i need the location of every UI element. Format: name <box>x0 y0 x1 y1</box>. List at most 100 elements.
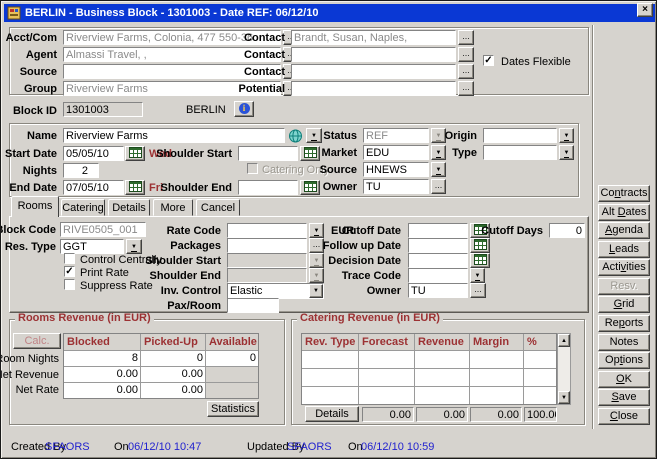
market-dropdown-button[interactable]: ▼ <box>431 145 446 160</box>
catering-row-cell[interactable] <box>524 351 556 368</box>
catering-row-cell[interactable] <box>524 369 556 386</box>
sidebar-button-alt-dates[interactable]: Alt Dates <box>598 204 650 221</box>
rate-code-field[interactable] <box>227 223 307 238</box>
block-id-label: Block ID <box>13 105 57 117</box>
name-dropdown-button[interactable]: ▼ <box>306 128 322 143</box>
room-nights-available: 0 <box>206 351 258 366</box>
sidebar-button-notes[interactable]: Notes <box>598 334 650 351</box>
market-field[interactable]: EDU <box>363 145 429 160</box>
sidebar-button-activities[interactable]: Activities <box>598 259 650 276</box>
close-icon[interactable]: × <box>637 3 653 17</box>
sidebar-button-close[interactable]: Close <box>598 408 650 425</box>
shoulder-end-calendar-button[interactable] <box>300 180 320 195</box>
type-label: Type <box>452 147 477 159</box>
trace-code-dropdown-button[interactable]: ▼ <box>470 268 485 283</box>
name-field[interactable]: Riverview Farms <box>63 128 285 143</box>
nights-field[interactable]: 2 <box>63 163 99 178</box>
catering-row-cell[interactable] <box>302 351 358 368</box>
catering-row-cell[interactable] <box>359 387 414 404</box>
title-bar[interactable]: BERLIN - Business Block - 1301003 - Date… <box>4 4 655 22</box>
res-type-field[interactable]: GGT <box>60 239 124 254</box>
scroll-down-icon[interactable]: ▼ <box>558 391 570 404</box>
catering-row-cell[interactable] <box>470 369 523 386</box>
calendar-icon <box>129 181 142 192</box>
booking-source-dropdown-button[interactable]: ▼ <box>431 162 446 177</box>
res-type-dropdown-button[interactable]: ▼ <box>126 239 142 254</box>
globe-icon[interactable] <box>288 129 303 143</box>
shoulder-start-field[interactable] <box>238 146 298 161</box>
follow-up-date-field[interactable] <box>408 238 468 253</box>
statistics-button[interactable]: Statistics <box>207 401 259 417</box>
inv-control-combobox[interactable]: Elastic ▼ <box>227 283 324 299</box>
cutoff-date-label: Cutoff Date <box>342 225 401 237</box>
scroll-up-icon[interactable]: ▲ <box>558 334 570 347</box>
sidebar-button-leads[interactable]: Leads <box>598 241 650 258</box>
origin-field[interactable] <box>483 128 557 143</box>
catering-row-cell[interactable] <box>415 369 469 386</box>
control-centrally-checkbox[interactable] <box>64 253 75 264</box>
catering-row-cell[interactable] <box>470 351 523 368</box>
sidebar-button-contracts[interactable]: Contracts <box>598 185 650 202</box>
shoulder-end-field[interactable] <box>238 180 298 195</box>
end-date-field[interactable]: 07/05/10 <box>63 180 124 195</box>
decision-date-field[interactable] <box>408 253 468 268</box>
property-info-button[interactable]: i <box>234 101 254 117</box>
pax-room-field[interactable] <box>227 298 279 313</box>
tab-more[interactable]: More <box>153 199 193 216</box>
sidebar-button-agenda[interactable]: Agenda <box>598 222 650 239</box>
potential-lookup-button[interactable]: ... <box>458 81 474 96</box>
tab-rooms[interactable]: Rooms <box>11 196 59 217</box>
rate-code-dropdown-button[interactable]: ▼ <box>309 223 324 238</box>
created-at-value: 06/12/10 10:47 <box>128 441 201 453</box>
suppress-rate-checkbox[interactable] <box>64 279 75 290</box>
sidebar-button-save[interactable]: Save <box>598 389 650 406</box>
rooms-owner-label: Owner <box>367 285 401 297</box>
contact1-lookup-button[interactable]: ... <box>458 30 474 45</box>
tab-cancel[interactable]: Cancel <box>196 199 240 216</box>
dates-flexible-checkbox[interactable]: ✓ <box>483 55 494 66</box>
packages-lookup-button[interactable]: ... <box>309 238 324 253</box>
catering-row-cell[interactable] <box>415 351 469 368</box>
contact2-field[interactable] <box>291 47 456 62</box>
catering-row-cell[interactable] <box>524 387 556 404</box>
catering-row-cell[interactable] <box>302 387 358 404</box>
catering-row-cell[interactable] <box>470 387 523 404</box>
follow-up-date-calendar-button[interactable] <box>470 238 490 253</box>
type-dropdown-button[interactable]: ▼ <box>559 145 574 160</box>
packages-field[interactable] <box>227 238 307 253</box>
tab-details[interactable]: Details <box>108 199 150 216</box>
trace-code-field[interactable] <box>408 268 468 283</box>
catering-row-cell[interactable] <box>359 369 414 386</box>
sidebar-button-reports[interactable]: Reports <box>598 315 650 332</box>
sidebar-button-grid[interactable]: Grid <box>598 296 650 313</box>
start-date-calendar-button[interactable] <box>125 146 145 161</box>
catering-row-cell[interactable] <box>359 351 414 368</box>
catering-row-cell[interactable] <box>302 369 358 386</box>
decision-date-calendar-button[interactable] <box>470 253 490 268</box>
calendar-icon <box>304 181 317 192</box>
start-date-field[interactable]: 05/05/10 <box>63 146 124 161</box>
sidebar-button-ok[interactable]: OK <box>598 371 650 388</box>
catering-scrollbar[interactable]: ▲ ▼ <box>557 333 571 405</box>
contact2-lookup-button[interactable]: ... <box>458 47 474 62</box>
type-field[interactable] <box>483 145 557 160</box>
cutoff-date-field[interactable] <box>408 223 468 238</box>
rooms-owner-field[interactable]: TU <box>408 283 468 298</box>
rooms-owner-lookup-button[interactable]: ... <box>470 283 486 298</box>
contact3-field[interactable] <box>291 64 456 79</box>
combo-arrow-icon[interactable]: ▼ <box>309 284 323 298</box>
shoulder-start-calendar-button[interactable] <box>300 146 320 161</box>
contact3-lookup-button[interactable]: ... <box>458 64 474 79</box>
details-button[interactable]: Details <box>305 406 359 422</box>
catering-row-cell[interactable] <box>415 387 469 404</box>
origin-dropdown-button[interactable]: ▼ <box>559 128 574 143</box>
tab-catering[interactable]: Catering <box>61 199 105 216</box>
potential-field[interactable] <box>291 81 456 96</box>
sidebar-button-options[interactable]: Options <box>598 352 650 369</box>
print-rate-checkbox[interactable]: ✓ <box>64 266 75 277</box>
cutoff-days-field[interactable]: 0 <box>549 223 585 238</box>
end-date-calendar-button[interactable] <box>125 180 145 195</box>
owner-lookup-button[interactable]: ... <box>431 179 446 194</box>
owner-field[interactable]: TU <box>363 179 429 194</box>
booking-source-field[interactable]: HNEWS <box>363 162 429 177</box>
